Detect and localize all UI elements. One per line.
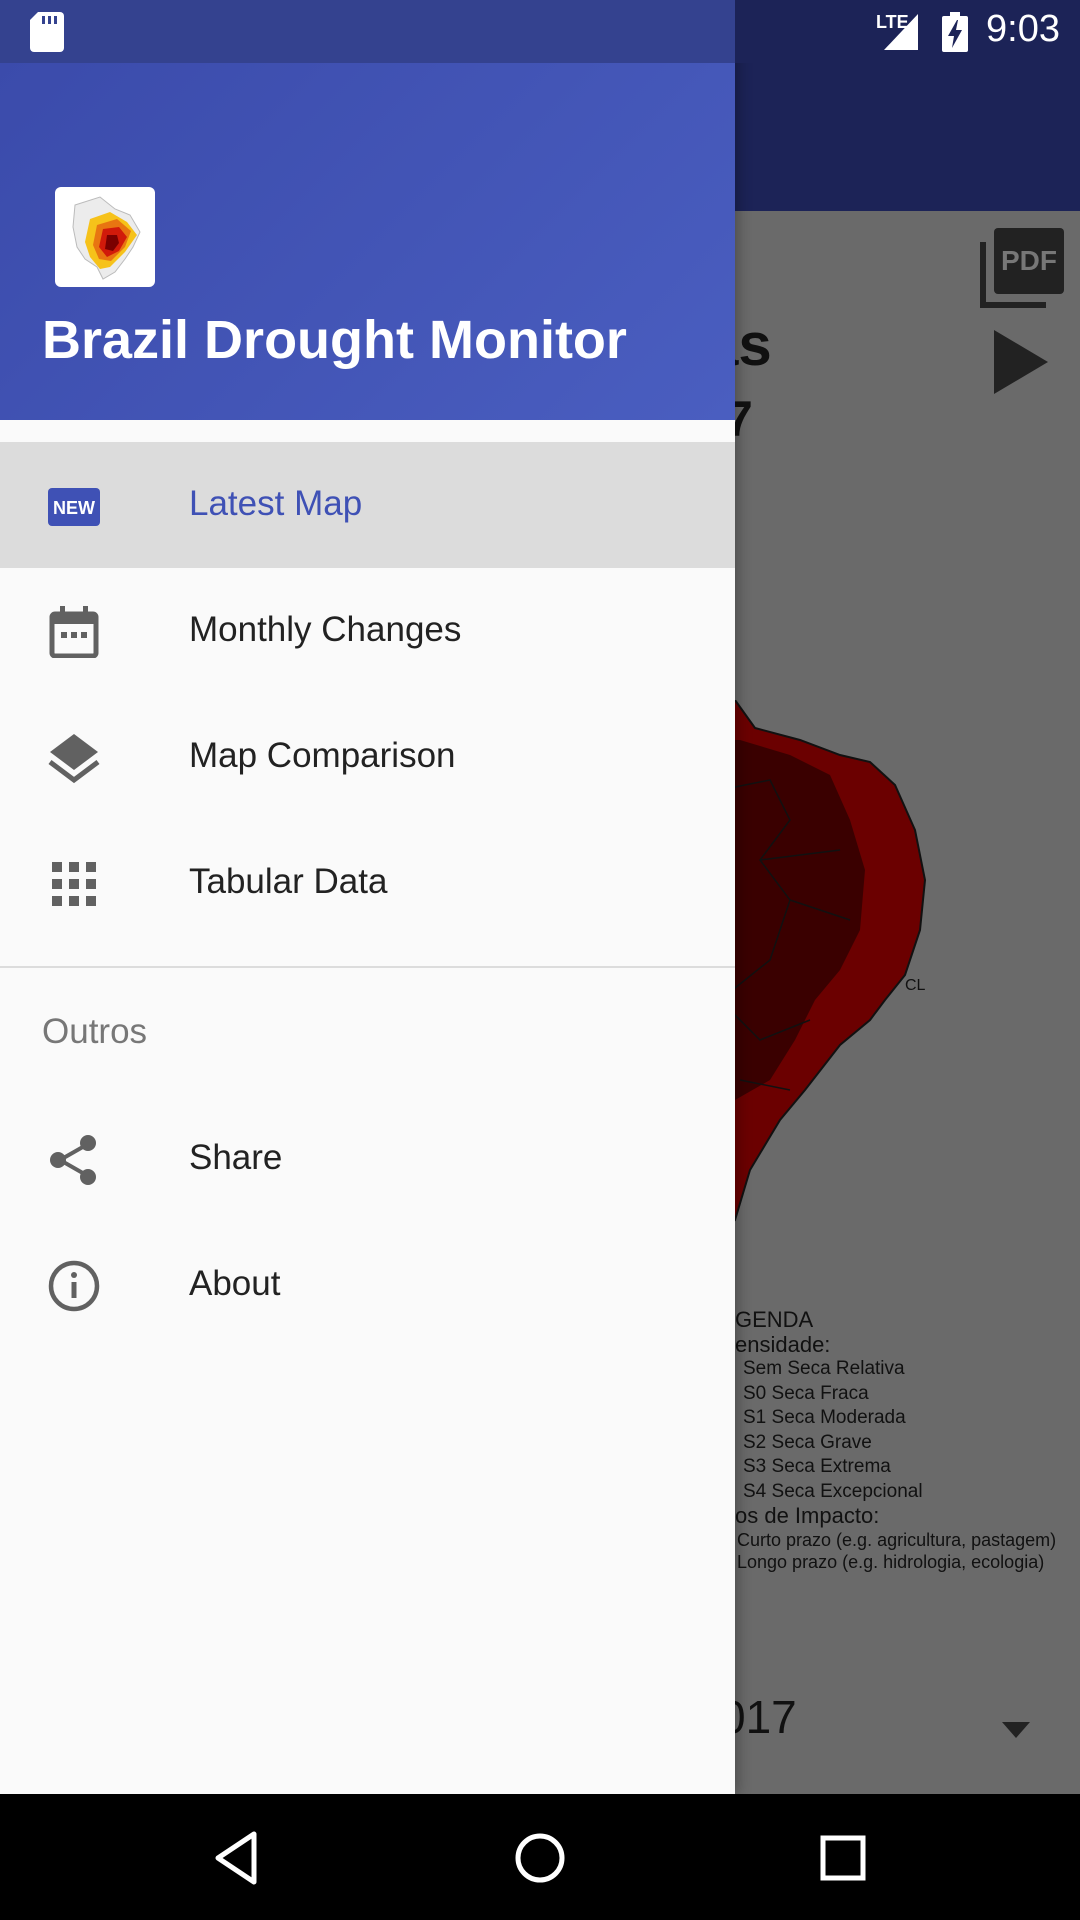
nav-item-label: Latest Map (189, 484, 363, 523)
grid-icon (52, 862, 96, 906)
legend-item: S4 Seca Excepcional (743, 1480, 923, 1502)
nav-item-tabular-data[interactable]: Tabular Data (0, 820, 735, 946)
calendar-icon (49, 606, 99, 658)
svg-text:NEW: NEW (53, 498, 95, 518)
legend-item: S1 Seca Moderada (743, 1407, 906, 1428)
drawer-divider (0, 966, 735, 968)
section-title: Outros (42, 1012, 148, 1051)
nav-item-share[interactable]: Share (0, 1096, 735, 1222)
signal-icon (884, 14, 918, 50)
drawer-header: Brazil Drought Monitor (0, 63, 735, 420)
status-bar: LTE 9:03 (0, 0, 1080, 63)
legend-impact-label: os de Impacto: (735, 1503, 880, 1528)
status-bar-drawer-overlay (0, 0, 735, 63)
legend-item: Sem Seca Relativa (743, 1358, 905, 1379)
pdf-icon: PDF (980, 228, 1064, 308)
nav-item-label: Share (189, 1138, 283, 1177)
sd-card-icon (30, 12, 64, 52)
app-logo (55, 187, 155, 287)
navigation-drawer: Brazil Drought Monitor NEW Latest Map Mo… (0, 0, 735, 1794)
nav-item-map-comparison[interactable]: Map Comparison (0, 694, 735, 820)
legend-impact-item: : Longo prazo (e.g. hidrologia, ecologia… (727, 1551, 1045, 1572)
nav-item-monthly-changes[interactable]: Monthly Changes (0, 568, 735, 694)
legend-item: S3 Seca Extrema (743, 1456, 891, 1477)
legend-item: S2 Seca Grave (743, 1431, 872, 1453)
legend-heading: GENDA (735, 1307, 814, 1332)
new-badge-icon: NEW (48, 488, 100, 526)
play-icon (994, 330, 1048, 394)
legend-item: S0 Seca Fraca (743, 1382, 869, 1404)
info-icon (48, 1260, 100, 1312)
nav-item-label: Tabular Data (189, 862, 388, 901)
nav-item-label: About (189, 1264, 281, 1303)
chevron-down-icon[interactable] (1002, 1722, 1030, 1738)
drought-map: CL (700, 700, 927, 1262)
share-icon (50, 1135, 96, 1185)
layers-icon (48, 734, 100, 784)
app-name: Brazil Drought Monitor (42, 310, 627, 370)
nav-item-label: Map Comparison (189, 736, 456, 775)
system-navigation-bar (0, 1794, 1080, 1920)
nav-item-label: Monthly Changes (189, 610, 462, 649)
battery-charging-icon (942, 12, 968, 52)
clock: 9:03 (986, 8, 1060, 50)
nav-item-latest-map[interactable]: NEW Latest Map (0, 442, 735, 568)
back-icon[interactable] (210, 1828, 266, 1888)
home-icon[interactable] (512, 1828, 568, 1888)
nav-item-about[interactable]: About (0, 1222, 735, 1348)
map-label: CL (905, 977, 926, 994)
svg-text:PDF: PDF (1001, 245, 1057, 276)
map-legend: GENDA ensidade: Sem Seca Relativa S0 Sec… (727, 1307, 1056, 1573)
legend-intensity-label: ensidade: (735, 1331, 831, 1357)
legend-impact-item: : Curto prazo (e.g. agricultura, pastage… (727, 1529, 1057, 1550)
recents-icon[interactable] (815, 1828, 871, 1888)
